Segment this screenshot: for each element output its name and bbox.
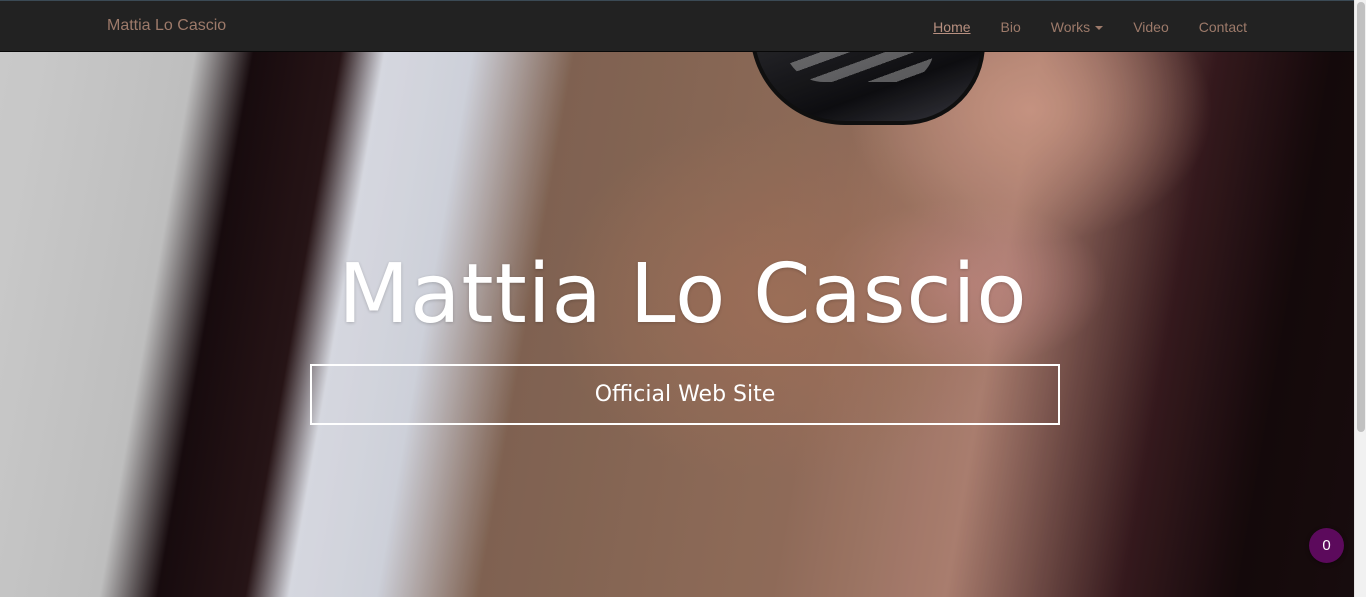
nav-menu: Home Bio Works Video Contact — [918, 1, 1262, 53]
nav-item-video[interactable]: Video — [1118, 2, 1184, 52]
hero-subtitle-box: Official Web Site — [310, 364, 1060, 425]
top-navbar: Mattia Lo Cascio Home Bio Works Video Co… — [0, 0, 1354, 52]
nav-item-home[interactable]: Home — [918, 2, 985, 52]
page: Mattia Lo Cascio Official Web Site Matti… — [0, 0, 1354, 597]
nav-item-bio[interactable]: Bio — [986, 2, 1036, 52]
nav-item-works[interactable]: Works — [1036, 2, 1118, 52]
hero-title: Mattia Lo Cascio — [338, 247, 1028, 342]
vertical-scrollbar[interactable] — [1354, 0, 1366, 597]
brand-link[interactable]: Mattia Lo Cascio — [107, 1, 226, 53]
scrollbar-thumb[interactable] — [1357, 2, 1365, 432]
nav-item-contact[interactable]: Contact — [1184, 2, 1262, 52]
caret-down-icon — [1095, 25, 1104, 30]
notification-badge[interactable]: 0 — [1309, 528, 1344, 563]
